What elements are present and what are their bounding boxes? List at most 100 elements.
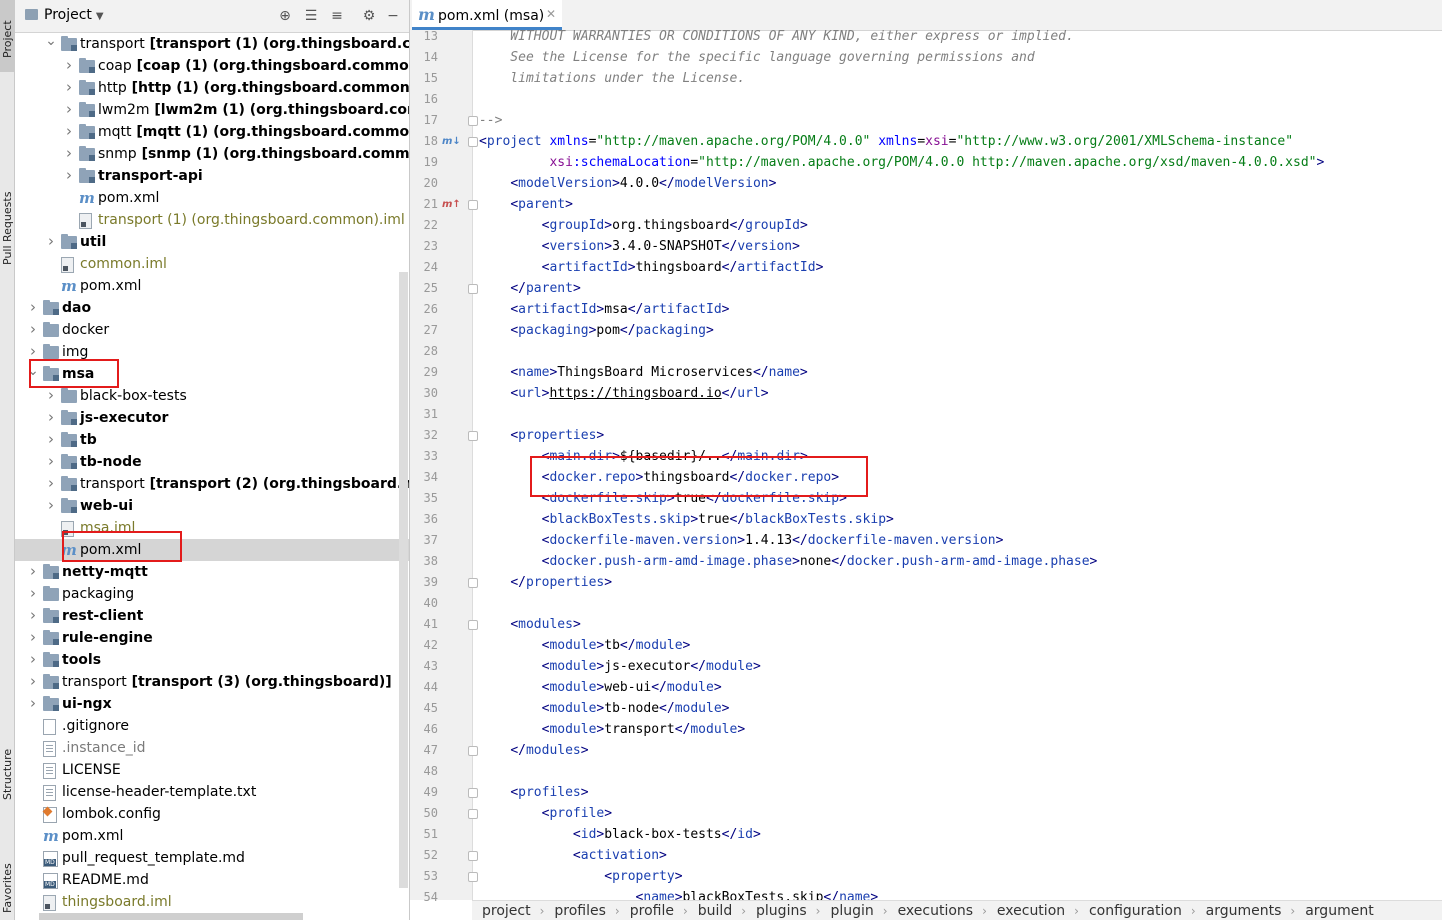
fold-marker-icon[interactable] [468, 137, 478, 147]
chevron-right-icon[interactable]: › [27, 583, 39, 604]
breadcrumb-item[interactable]: executions [898, 901, 974, 920]
breadcrumb-item[interactable]: plugin [830, 901, 873, 920]
maven-overridden-down-icon[interactable]: m↓ [442, 131, 461, 152]
line-number: 36 [423, 512, 438, 526]
fold-marker-icon[interactable] [468, 431, 478, 441]
chevron-right-icon[interactable]: › [27, 649, 39, 670]
tree-item[interactable]: › tb [15, 429, 409, 451]
chevron-right-icon[interactable]: › [63, 121, 75, 142]
chevron-right-icon[interactable]: › [45, 385, 57, 406]
fold-marker-icon[interactable] [468, 851, 478, 861]
tree-item[interactable]: › http [http (1) (org.thingsboard.common.… [15, 77, 409, 99]
fold-marker-icon[interactable] [468, 809, 478, 819]
expand-all-icon[interactable]: ☰ [303, 8, 319, 24]
tree-item[interactable]: › docker [15, 319, 409, 341]
tree-item[interactable]: transport (1) (org.thingsboard.common).i… [15, 209, 409, 231]
fold-marker-icon[interactable] [468, 788, 478, 798]
chevron-right-icon[interactable]: › [27, 671, 39, 692]
chevron-right-icon[interactable]: › [45, 231, 57, 252]
tree-item[interactable]: LICENSE [15, 759, 409, 781]
fold-marker-icon[interactable] [468, 872, 478, 882]
chevron-right-icon[interactable]: › [45, 429, 57, 450]
breadcrumb-item[interactable]: arguments [1206, 901, 1282, 920]
tree-item[interactable]: › transport-api [15, 165, 409, 187]
tree-item[interactable]: › web-ui [15, 495, 409, 517]
tree-item[interactable]: .instance_id [15, 737, 409, 759]
chevron-right-icon[interactable]: › [63, 55, 75, 76]
chevron-right-icon[interactable]: › [63, 165, 75, 186]
chevron-down-icon[interactable]: ⌄ [45, 33, 57, 49]
collapse-all-icon[interactable]: ≡ [329, 8, 345, 24]
breadcrumb-item[interactable]: argument [1305, 901, 1373, 920]
chevron-right-icon[interactable]: › [63, 99, 75, 120]
vertical-scrollbar[interactable] [399, 272, 408, 888]
tree-item[interactable]: ⌄ transport [transport (1) (org.thingsboa… [15, 33, 409, 55]
maven-parent-up-icon[interactable]: m↑ [442, 194, 461, 215]
project-tool-tab[interactable]: Project [0, 0, 14, 72]
tree-item[interactable]: › packaging [15, 583, 409, 605]
chevron-right-icon[interactable]: › [45, 451, 57, 472]
structure-tool-tab[interactable]: Structure [0, 740, 14, 810]
tree-item[interactable]: › dao [15, 297, 409, 319]
tree-item[interactable]: m pom.xml [15, 825, 409, 847]
chevron-right-icon[interactable]: › [27, 693, 39, 714]
tree-item[interactable]: › snmp [snmp (1) (org.thingsboard.common.… [15, 143, 409, 165]
project-panel-header: Project ▼ ⊕ ☰ ≡ ⚙ − [15, 0, 409, 33]
fold-marker-icon[interactable] [468, 200, 478, 210]
fold-marker-icon[interactable] [468, 746, 478, 756]
chevron-right-icon[interactable]: › [27, 561, 39, 582]
module-folder-icon [43, 674, 59, 689]
fold-marker-icon[interactable] [468, 284, 478, 294]
tree-item[interactable]: .gitignore [15, 715, 409, 737]
tree-item[interactable]: › mqtt [mqtt (1) (org.thingsboard.common.… [15, 121, 409, 143]
tree-item[interactable]: › transport [transport (3) (org.thingsboa… [15, 671, 409, 693]
tree-item[interactable]: › netty-mqtt [15, 561, 409, 583]
hide-panel-icon[interactable]: − [385, 8, 401, 24]
tree-item[interactable]: › util [15, 231, 409, 253]
breadcrumb-item[interactable]: project [482, 901, 531, 920]
tree-item[interactable]: lombok.config [15, 803, 409, 825]
breadcrumb-item[interactable]: execution [997, 901, 1065, 920]
fold-marker-icon[interactable] [468, 620, 478, 630]
breadcrumb-item[interactable]: profile [630, 901, 674, 920]
breadcrumb-item[interactable]: build [698, 901, 732, 920]
breadcrumb-item[interactable]: configuration [1089, 901, 1182, 920]
tree-item[interactable]: m pom.xml [15, 187, 409, 209]
fold-marker-icon[interactable] [468, 116, 478, 126]
chevron-right-icon[interactable]: › [63, 77, 75, 98]
tree-item[interactable]: › lwm2m [lwm2m (1) (org.thingsboard.commo… [15, 99, 409, 121]
chevron-right-icon[interactable]: › [27, 297, 39, 318]
tree-item[interactable]: README.md [15, 869, 409, 891]
chevron-right-icon[interactable]: › [27, 605, 39, 626]
tree-item[interactable]: thingsboard.iml [15, 891, 409, 913]
project-view-selector[interactable]: Project ▼ [25, 7, 104, 23]
tree-item[interactable]: › ui-ngx [15, 693, 409, 715]
locate-target-icon[interactable]: ⊕ [277, 8, 293, 24]
close-tab-icon[interactable]: ✕ [546, 7, 556, 21]
tree-item[interactable]: m pom.xml [15, 275, 409, 297]
chevron-right-icon[interactable]: › [45, 407, 57, 428]
favorites-tool-tab[interactable]: Favorites [0, 835, 14, 915]
tree-item[interactable]: › rest-client [15, 605, 409, 627]
tree-item[interactable]: › tb-node [15, 451, 409, 473]
tree-item[interactable]: › tools [15, 649, 409, 671]
tree-item[interactable]: license-header-template.txt [15, 781, 409, 803]
tree-item[interactable]: › black-box-tests [15, 385, 409, 407]
chevron-right-icon[interactable]: › [27, 319, 39, 340]
chevron-right-icon[interactable]: › [27, 627, 39, 648]
tree-item[interactable]: pull_request_template.md [15, 847, 409, 869]
tree-item[interactable]: › coap [coap (1) (org.thingsboard.common.… [15, 55, 409, 77]
chevron-right-icon[interactable]: › [63, 143, 75, 164]
fold-marker-icon[interactable] [468, 578, 478, 588]
horizontal-scrollbar[interactable] [39, 913, 303, 920]
breadcrumb-item[interactable]: plugins [756, 901, 807, 920]
chevron-right-icon[interactable]: › [45, 473, 57, 494]
tree-item[interactable]: › js-executor [15, 407, 409, 429]
chevron-right-icon[interactable]: › [45, 495, 57, 516]
pull-requests-tool-tab[interactable]: Pull Requests [0, 85, 14, 265]
breadcrumb-item[interactable]: profiles [554, 901, 606, 920]
tree-item[interactable]: common.iml [15, 253, 409, 275]
tree-item[interactable]: › transport [transport (2) (org.thingsboa… [15, 473, 409, 495]
tree-item[interactable]: › rule-engine [15, 627, 409, 649]
gear-icon[interactable]: ⚙ [361, 8, 377, 24]
